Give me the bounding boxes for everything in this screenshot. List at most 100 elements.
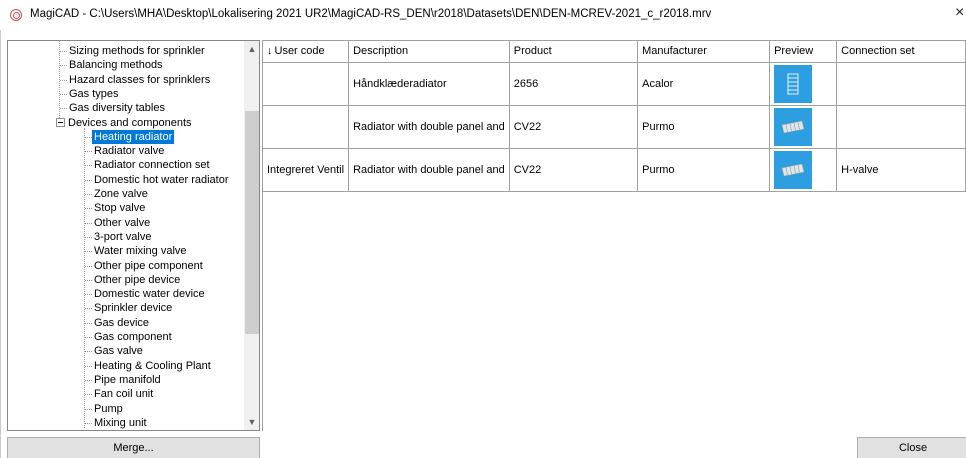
- tree-item[interactable]: Zone valve: [94, 187, 148, 201]
- scroll-thumb[interactable]: [245, 111, 259, 334]
- tree-item[interactable]: Balancing methods: [69, 58, 163, 72]
- tree-connector: [85, 279, 92, 281]
- close-button[interactable]: Close: [857, 437, 966, 458]
- tree-item[interactable]: 3-port valve: [94, 230, 151, 244]
- cell-description[interactable]: Radiator with double panel and: [348, 105, 510, 149]
- tree-connector: [85, 322, 92, 324]
- tree-scrollbar[interactable]: ▲ ▼: [244, 41, 259, 430]
- table-header-row: ↓ User code Description Product Manufactu…: [263, 41, 966, 63]
- panel-radiator-icon: [774, 107, 813, 146]
- tree-connector: [60, 65, 67, 67]
- cell-user-code[interactable]: Integreret Ventil: [263, 148, 350, 192]
- cell-preview[interactable]: [769, 148, 838, 192]
- tree-connector: [85, 222, 92, 224]
- tree-connector: [60, 93, 67, 95]
- window-title: MagiCAD - C:\Users\MHA\Desktop\Lokaliser…: [30, 8, 712, 20]
- cell-manufacturer[interactable]: Purmo: [637, 105, 771, 149]
- window-border: [0, 30, 1, 458]
- tree-item[interactable]: Sizing methods for sprinkler: [69, 44, 205, 58]
- table-row[interactable]: Håndklæderadiator 2656 Acalor: [263, 62, 966, 106]
- cell-connection-set[interactable]: H-valve: [836, 148, 966, 192]
- tree-item[interactable]: Gas types: [69, 87, 119, 101]
- component-table: ↓ User code Description Product Manufactu…: [263, 41, 966, 192]
- cell-preview[interactable]: [769, 62, 838, 106]
- tree-connector: [85, 394, 92, 396]
- sort-descending-icon: ↓: [267, 45, 273, 58]
- tree-connector: [60, 51, 67, 52]
- tree-item[interactable]: Gas device: [94, 316, 149, 330]
- tree-connector: [85, 294, 92, 296]
- column-header-manufacturer[interactable]: Manufacturer: [637, 41, 771, 63]
- tree-item[interactable]: Gas diversity tables: [69, 101, 165, 115]
- close-window-icon[interactable]: ×: [955, 5, 964, 21]
- cell-preview[interactable]: [769, 105, 838, 149]
- category-tree[interactable]: Sizing methods for sprinkler Balancing me…: [7, 40, 260, 431]
- tree-connector: [85, 165, 92, 167]
- tree-item[interactable]: Domestic hot water radiator: [94, 173, 229, 187]
- tree-item[interactable]: Other pipe component: [94, 259, 203, 273]
- tree-item[interactable]: Radiator valve: [94, 144, 164, 158]
- column-header-connection-set[interactable]: Connection set: [836, 41, 966, 63]
- tree-connector: [60, 108, 67, 110]
- tree-connector: [85, 194, 92, 195]
- cell-product[interactable]: CV22: [509, 148, 639, 192]
- column-header-preview[interactable]: Preview: [769, 41, 838, 63]
- tree-item[interactable]: Heating radiator: [92, 129, 175, 144]
- column-header-product[interactable]: Product: [509, 41, 639, 63]
- tree-item[interactable]: Pipe manifold: [94, 373, 161, 387]
- tree-connector: [85, 308, 92, 310]
- tree-connector: [85, 179, 92, 181]
- tree-connector: [85, 208, 92, 210]
- merge-button[interactable]: Merge...: [7, 437, 260, 458]
- tree-item[interactable]: Gas component: [94, 330, 172, 344]
- tree-item[interactable]: Pump: [94, 402, 123, 416]
- tree-connector: [60, 79, 67, 81]
- tree-item[interactable]: Water mixing valve: [94, 244, 187, 258]
- column-header-user-code[interactable]: ↓ User code: [263, 41, 350, 63]
- towel-radiator-icon: [774, 64, 813, 103]
- tree-guide-line: [84, 127, 85, 428]
- component-grid: ↓ User code Description Product Manufactu…: [262, 40, 966, 431]
- tree-connector: [85, 408, 92, 410]
- tree-item[interactable]: Mixing unit: [94, 416, 147, 430]
- tree-connector: [85, 151, 92, 153]
- tree-connector: [85, 265, 92, 267]
- table-row[interactable]: Radiator with double panel and CV22 Purm…: [263, 105, 966, 149]
- magicad-logo-icon: [10, 9, 22, 21]
- tree-item[interactable]: Fan coil unit: [94, 387, 153, 401]
- cell-description[interactable]: Radiator with double panel and: [348, 148, 510, 192]
- tree-item[interactable]: Gas valve: [94, 344, 143, 358]
- column-header-description[interactable]: Description: [348, 41, 510, 63]
- tree-item[interactable]: Domestic water device: [94, 287, 205, 301]
- tree-connector: [85, 351, 92, 353]
- tree-connector: [85, 365, 92, 367]
- tree-item[interactable]: Hazard classes for sprinklers: [69, 73, 210, 87]
- cell-manufacturer[interactable]: Purmo: [637, 148, 771, 192]
- tree-item[interactable]: Other valve: [94, 216, 150, 230]
- tree-item[interactable]: Stop valve: [94, 201, 145, 215]
- tree-item[interactable]: Heating & Cooling Plant: [94, 359, 211, 373]
- tree-item[interactable]: Devices and components: [68, 116, 192, 130]
- cell-description[interactable]: Håndklæderadiator: [348, 62, 510, 106]
- cell-manufacturer[interactable]: Acalor: [637, 62, 771, 106]
- cell-product[interactable]: CV22: [509, 105, 639, 149]
- tree-item[interactable]: Sprinkler device: [94, 301, 172, 315]
- cell-connection-set[interactable]: [836, 105, 966, 149]
- scroll-up-arrow-icon[interactable]: ▲: [244, 41, 259, 57]
- cell-product[interactable]: 2656: [509, 62, 639, 106]
- title-bar: MagiCAD - C:\Users\MHA\Desktop\Lokaliser…: [0, 0, 966, 30]
- tree-connector: [85, 236, 92, 238]
- table-row[interactable]: Integreret Ventil Radiator with double p…: [263, 148, 966, 192]
- tree-item[interactable]: Other pipe device: [94, 273, 180, 287]
- cell-connection-set[interactable]: [836, 62, 966, 106]
- tree-connector: [85, 136, 92, 138]
- tree-connector: [85, 251, 92, 253]
- tree-item[interactable]: Radiator connection set: [94, 158, 210, 172]
- tree-connector: [85, 379, 92, 381]
- tree-guide-line: [59, 41, 60, 118]
- cell-user-code[interactable]: [263, 62, 350, 106]
- tree-collapse-icon[interactable]: [56, 117, 65, 127]
- cell-user-code[interactable]: [263, 105, 350, 149]
- panel-radiator-icon: [774, 150, 813, 189]
- scroll-down-arrow-icon[interactable]: ▼: [244, 414, 259, 430]
